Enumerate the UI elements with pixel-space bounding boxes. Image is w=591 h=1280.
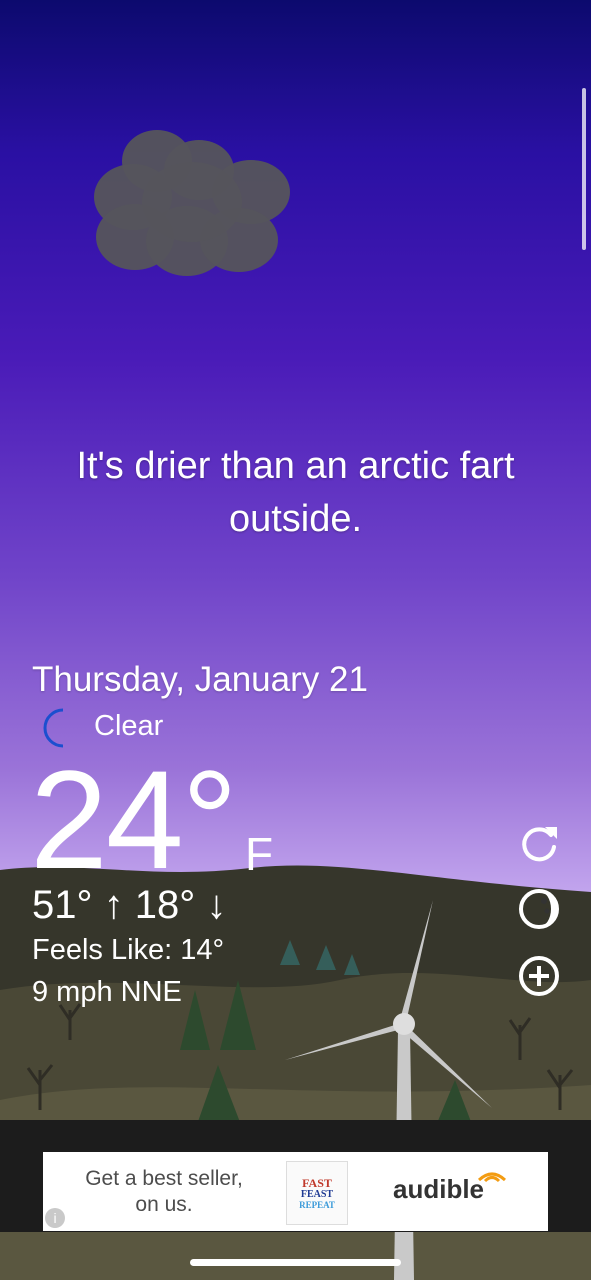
ad-text: Get a best seller, on us. xyxy=(85,1167,243,1216)
date-label: Thursday, January 21 xyxy=(32,660,368,699)
temperature-unit[interactable]: F xyxy=(245,827,273,881)
add-circle-icon xyxy=(519,956,559,996)
add-location-button[interactable] xyxy=(517,954,561,998)
weather-quote: It's drier than an arctic fart outside. xyxy=(76,445,515,540)
theme-button[interactable] xyxy=(517,887,561,931)
book-title-line-1: FAST xyxy=(302,1176,332,1190)
audible-logo: audible xyxy=(393,1172,507,1205)
high-low-temperature: 51° ↑ 18° ↓ xyxy=(32,883,227,927)
book-cover: FAST FEAST REPEAT xyxy=(286,1161,348,1225)
info-icon[interactable]: i xyxy=(45,1208,65,1228)
moon-phase-icon xyxy=(519,889,559,929)
temperature-value: 24° xyxy=(30,741,238,898)
refresh-button[interactable] xyxy=(517,821,561,865)
book-title-line-2: FEAST xyxy=(300,1189,334,1200)
audible-logo-text: audible xyxy=(393,1174,485,1204)
refresh-icon xyxy=(522,827,557,862)
feels-like-label: Feels Like: 14° xyxy=(32,934,225,966)
scroll-indicator[interactable] xyxy=(582,88,586,250)
book-title-line-3: REPEAT xyxy=(299,1200,335,1210)
home-indicator[interactable] xyxy=(190,1259,401,1266)
condition-label: Clear xyxy=(94,710,164,742)
cloud-icon xyxy=(92,126,292,286)
ad-banner[interactable]: Get a best seller, on us. FAST FEAST REP… xyxy=(43,1152,548,1231)
wind-label: 9 mph NNE xyxy=(32,976,182,1008)
